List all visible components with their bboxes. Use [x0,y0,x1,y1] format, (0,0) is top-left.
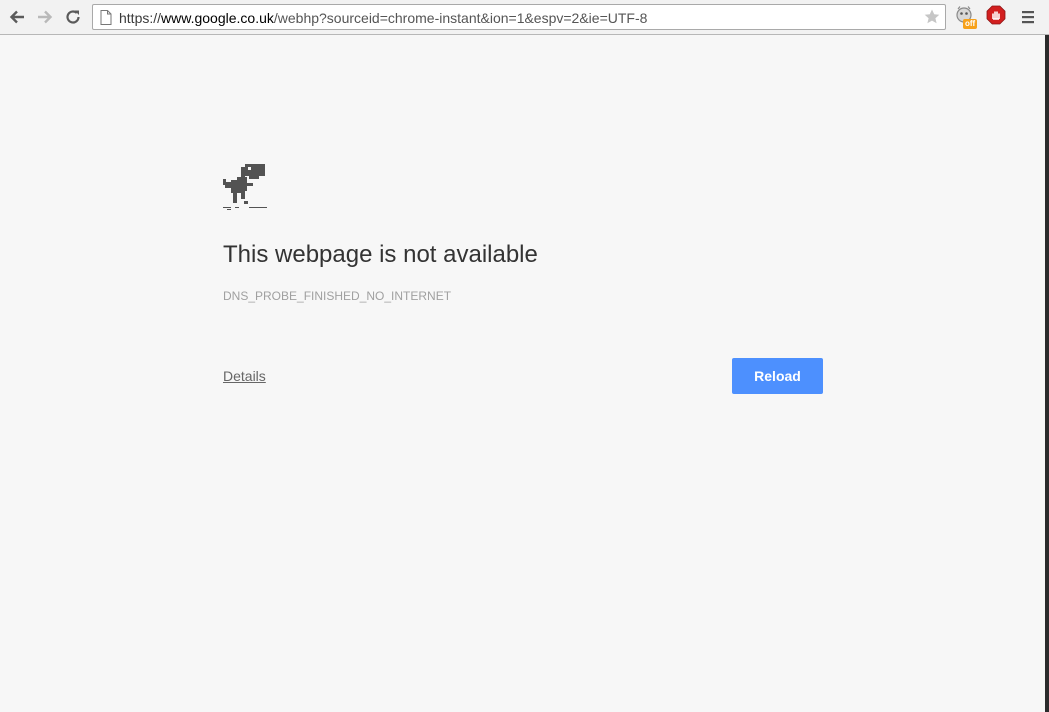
address-bar[interactable]: https://www.google.co.uk/webhp?sourceid=… [92,4,946,30]
back-arrow-icon [9,10,24,24]
reload-button[interactable]: Reload [732,358,823,394]
browser-toolbar: https://www.google.co.uk/webhp?sourceid=… [0,0,1049,35]
back-button[interactable] [6,6,28,28]
error-title: This webpage is not available [223,241,538,268]
url-text: https://www.google.co.uk/webhp?sourceid=… [119,10,647,26]
menu-icon [1022,11,1034,24]
url-scheme: https:// [119,10,162,26]
chrome-menu-button[interactable] [1019,8,1037,26]
url-host: www.google.co.uk [161,10,274,26]
details-link[interactable]: Details [223,368,266,384]
forward-button[interactable] [34,6,56,28]
adblock-icon [986,5,1006,25]
dinosaur-icon [223,164,267,210]
extension-badge: off [963,19,978,29]
reload-toolbar-button[interactable] [62,6,84,28]
url-path: /webhp?sourceid=chrome-instant&ion=1&esp… [273,10,648,26]
window-edge [1045,35,1049,712]
reload-icon [66,10,80,24]
extension-button[interactable]: off [954,5,978,29]
forward-arrow-icon [38,10,53,24]
error-code: DNS_PROBE_FINISHED_NO_INTERNET [223,289,452,303]
page-icon [100,10,112,25]
adblock-button[interactable] [986,5,1010,29]
star-icon[interactable] [923,8,941,26]
